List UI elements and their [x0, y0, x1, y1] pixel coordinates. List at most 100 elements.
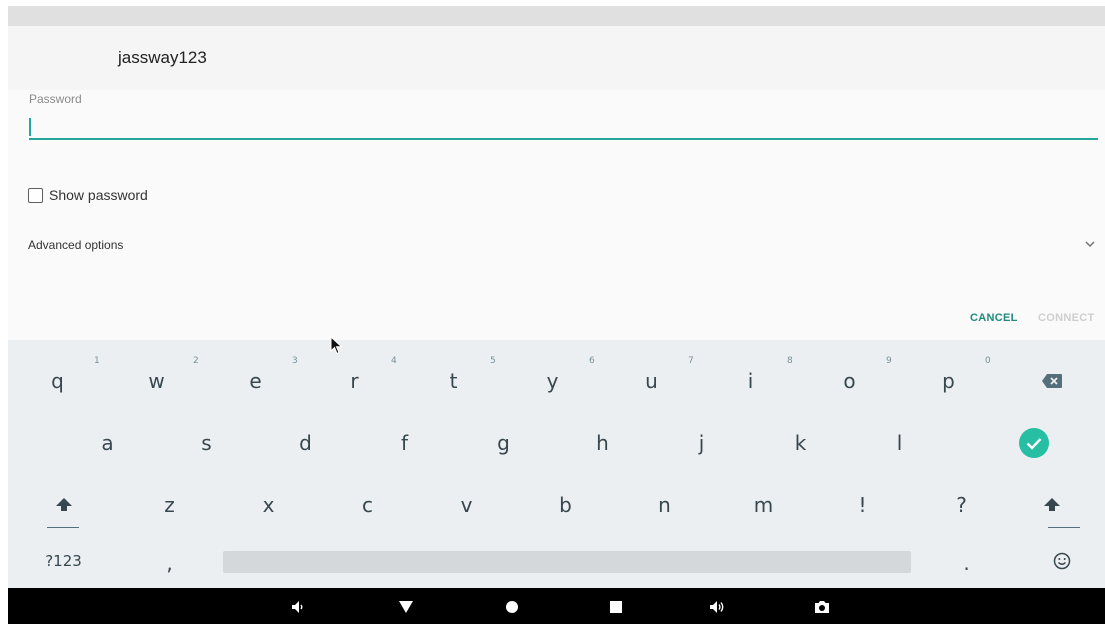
volume-up-icon	[710, 601, 724, 613]
key-label: e	[249, 368, 262, 393]
key-question[interactable]: ?	[912, 474, 1011, 535]
key-label: q	[51, 368, 64, 393]
key-u[interactable]: u7	[602, 350, 701, 411]
show-password-checkbox[interactable]	[28, 187, 43, 203]
key-label: o	[843, 368, 856, 393]
recents-icon	[610, 601, 622, 613]
key-c[interactable]: c	[318, 474, 417, 535]
key-label: p	[942, 368, 955, 393]
key-label: z	[164, 492, 175, 517]
key-label: g	[497, 430, 510, 455]
key-label: d	[299, 430, 312, 455]
key-label: ?123	[45, 552, 82, 570]
key-label: t	[449, 368, 458, 393]
volume-up-button[interactable]	[708, 597, 728, 617]
key-exclamation[interactable]: !	[813, 474, 912, 535]
key-e[interactable]: e3	[206, 350, 305, 411]
key-hint: 0	[985, 356, 991, 366]
key-l[interactable]: l	[850, 412, 949, 473]
dialog-header: jassway123	[8, 26, 1105, 90]
backspace-key[interactable]	[998, 350, 1105, 411]
shift-key-right[interactable]	[998, 474, 1105, 535]
key-g[interactable]: g	[454, 412, 553, 473]
key-label: u	[645, 368, 658, 393]
key-z[interactable]: z	[120, 474, 219, 535]
key-label: i	[747, 368, 754, 393]
key-hint: 1	[94, 356, 100, 366]
key-hint: 9	[886, 356, 892, 366]
key-f[interactable]: f	[355, 412, 454, 473]
top-strip	[8, 6, 1105, 26]
key-label: w	[148, 368, 165, 393]
volume-down-icon	[292, 601, 303, 613]
key-n[interactable]: n	[615, 474, 714, 535]
key-hint: 2	[193, 356, 199, 366]
volume-down-button[interactable]	[288, 597, 308, 617]
key-q[interactable]: q1	[8, 350, 107, 411]
shift-key-left[interactable]	[14, 474, 113, 535]
shift-underline	[1048, 527, 1080, 528]
done-check-icon	[1019, 427, 1049, 458]
key-m[interactable]: m	[714, 474, 813, 535]
key-label: h	[596, 430, 609, 455]
key-period[interactable]: .	[917, 537, 1016, 589]
navigation-bar	[8, 588, 1105, 624]
key-d[interactable]: d	[256, 412, 355, 473]
key-label: c	[362, 492, 373, 517]
recents-button[interactable]	[606, 597, 626, 617]
key-label: l	[896, 430, 903, 455]
screenshot-button[interactable]	[812, 597, 832, 617]
key-label: f	[400, 430, 409, 455]
key-k[interactable]: k	[751, 412, 850, 473]
home-button[interactable]	[502, 597, 522, 617]
key-i[interactable]: i8	[701, 350, 800, 411]
key-label: n	[658, 492, 671, 517]
key-comma[interactable]: ,	[120, 537, 219, 589]
key-label: x	[262, 492, 275, 517]
wifi-connect-screen: jassway123 Password Show password Advanc…	[8, 6, 1105, 624]
shift-underline	[47, 527, 79, 528]
connect-button[interactable]: CONNECT	[1038, 312, 1095, 324]
key-y[interactable]: y6	[503, 350, 602, 411]
symbols-key[interactable]: ?123	[14, 537, 113, 585]
key-b[interactable]: b	[516, 474, 615, 535]
key-t[interactable]: t5	[404, 350, 503, 411]
key-label: !	[858, 492, 867, 517]
key-p[interactable]: p0	[899, 350, 998, 411]
advanced-options-label: Advanced options	[28, 238, 124, 252]
key-w[interactable]: w2	[107, 350, 206, 411]
key-h[interactable]: h	[553, 412, 652, 473]
key-a[interactable]: a	[58, 412, 157, 473]
key-o[interactable]: o9	[800, 350, 899, 411]
key-v[interactable]: v	[417, 474, 516, 535]
key-label: v	[460, 492, 473, 517]
advanced-options-row[interactable]: Advanced options	[28, 236, 1098, 256]
spacebar[interactable]	[223, 551, 911, 573]
key-j[interactable]: j	[652, 412, 751, 473]
key-label: s	[201, 430, 212, 455]
key-x[interactable]: x	[219, 474, 318, 535]
connect-dialog: Password Show password Advanced options …	[8, 90, 1105, 340]
key-hint: 8	[787, 356, 793, 366]
backspace-icon	[1041, 373, 1062, 388]
key-hint: 4	[391, 356, 397, 366]
back-button[interactable]	[396, 597, 416, 617]
password-input[interactable]	[29, 114, 1098, 140]
cancel-button[interactable]: CANCEL	[970, 312, 1018, 324]
show-password-label: Show password	[49, 187, 148, 203]
key-label: y	[546, 368, 559, 393]
key-s[interactable]: s	[157, 412, 256, 473]
done-key[interactable]	[984, 412, 1084, 473]
emoji-icon	[1053, 552, 1070, 570]
show-password-toggle[interactable]: Show password	[28, 184, 148, 206]
mouse-cursor-icon	[330, 336, 343, 355]
key-hint: 5	[490, 356, 496, 366]
chevron-down-icon[interactable]	[1082, 236, 1098, 252]
key-label: ,	[166, 551, 173, 575]
key-hint: 3	[292, 356, 298, 366]
emoji-key[interactable]	[1018, 537, 1105, 585]
key-label: ?	[956, 492, 967, 517]
home-icon	[506, 601, 518, 613]
key-hint: 6	[589, 356, 595, 366]
key-r[interactable]: r4	[305, 350, 404, 411]
